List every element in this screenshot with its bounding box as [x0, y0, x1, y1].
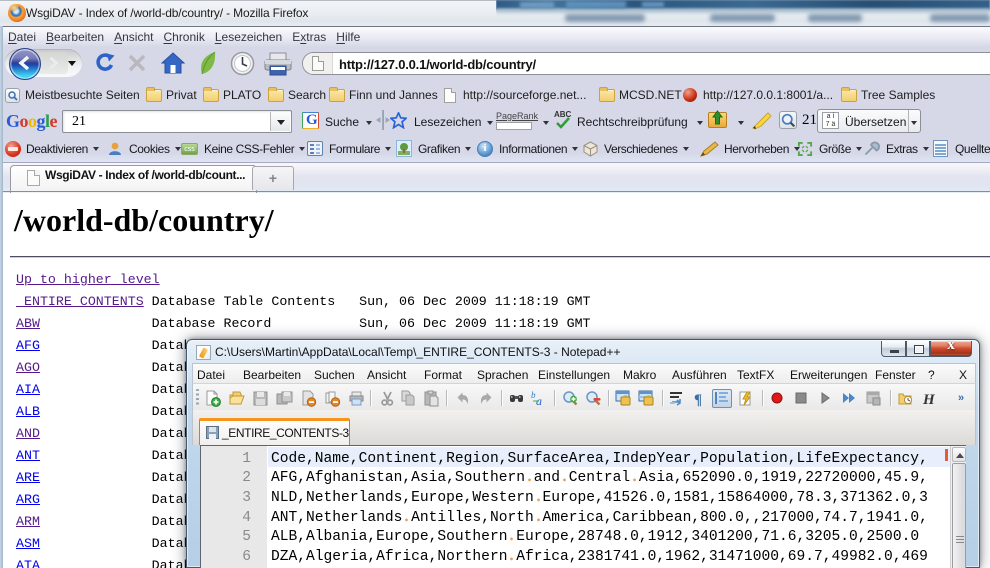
svg-text:¶: ¶: [694, 392, 702, 407]
svg-text:H: H: [922, 392, 936, 407]
svg-text:»: »: [958, 392, 964, 404]
